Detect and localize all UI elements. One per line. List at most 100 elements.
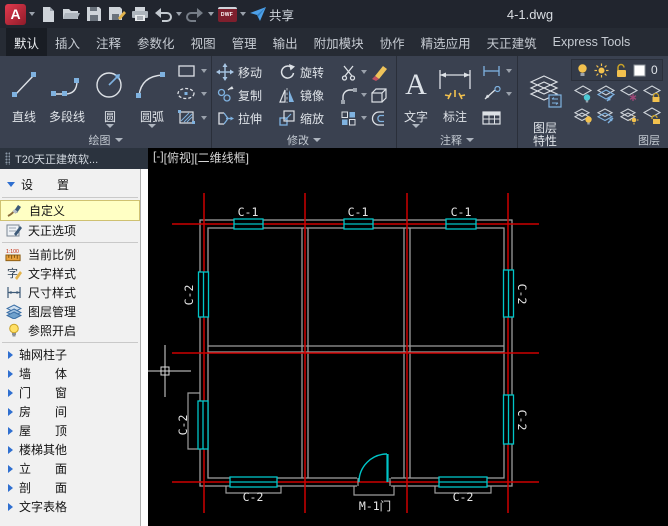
- polyline-button[interactable]: 多段线: [44, 58, 90, 132]
- redo-button[interactable]: [185, 2, 205, 26]
- group-expand-icon[interactable]: [8, 484, 13, 492]
- floor-plan[interactable]: C-1 C-1 C-1 C-2 C-2 C-2 C-2 C-2 C-2 M-1门: [148, 148, 668, 526]
- palette-item-ref-on[interactable]: 参照开启: [0, 321, 140, 340]
- array-caret-icon[interactable]: [361, 116, 367, 120]
- circle-dropdown-caret-icon[interactable]: [106, 124, 114, 128]
- stretch-button[interactable]: 拉伸: [216, 110, 278, 127]
- save-button[interactable]: [84, 2, 104, 26]
- save-as-button[interactable]: [107, 2, 127, 26]
- table-button[interactable]: [481, 110, 512, 126]
- text-dropdown-caret-icon[interactable]: [412, 124, 420, 128]
- layer-select-dropdown[interactable]: 0: [571, 59, 663, 81]
- offset-button[interactable]: [370, 110, 394, 127]
- app-menu-button[interactable]: A: [5, 2, 26, 26]
- drawing-canvas[interactable]: [-] [俯视] [二维线框]: [148, 148, 668, 526]
- arc-dropdown-caret-icon[interactable]: [148, 124, 156, 128]
- group-expand-icon[interactable]: [8, 446, 13, 454]
- group-expand-icon[interactable]: [8, 351, 13, 359]
- line-button[interactable]: 直线: [4, 58, 44, 132]
- group-expand-icon[interactable]: [8, 427, 13, 435]
- tab-addins[interactable]: 附加模块: [306, 28, 372, 56]
- ellipse-button[interactable]: [176, 86, 207, 101]
- palette-item-layer-manage[interactable]: 图层管理: [0, 302, 140, 321]
- palette-item-current-scale[interactable]: 1:100 当前比例: [0, 245, 140, 264]
- scale-button[interactable]: 缩放: [278, 109, 340, 127]
- move-button[interactable]: 移动: [216, 63, 278, 81]
- section-collapse-icon[interactable]: [7, 182, 15, 187]
- hatch-button[interactable]: [176, 109, 207, 126]
- palette-group-text-table[interactable]: 文字表格: [0, 497, 140, 516]
- palette-header[interactable]: T20天正建筑软...: [0, 148, 148, 169]
- dimension-button[interactable]: 标注: [431, 58, 479, 132]
- draw-panel-footer[interactable]: 绘图: [0, 132, 211, 148]
- hatch-caret-icon[interactable]: [201, 116, 207, 120]
- export-dwf-button[interactable]: DWF: [217, 2, 237, 26]
- lock-layer-button[interactable]: [642, 84, 662, 103]
- palette-item-text-style[interactable]: 字 文字样式: [0, 264, 140, 283]
- rotate-button[interactable]: 旋转: [278, 63, 340, 81]
- palette-item-tangent-options[interactable]: 天正选项: [0, 221, 140, 240]
- erase-button[interactable]: [370, 63, 394, 81]
- layer-off-button[interactable]: [573, 84, 593, 103]
- explode-button[interactable]: [370, 87, 394, 104]
- palette-group-wall[interactable]: 墙 体: [0, 364, 140, 383]
- tab-tangent[interactable]: 天正建筑: [479, 28, 545, 56]
- fillet-button[interactable]: [340, 87, 370, 104]
- arc-button[interactable]: 圆弧: [130, 58, 174, 132]
- tab-featured-apps[interactable]: 精选应用: [413, 28, 479, 56]
- palette-item-customize[interactable]: 自定义: [0, 200, 140, 221]
- leader-caret-icon[interactable]: [506, 92, 512, 96]
- trim-button[interactable]: [340, 64, 370, 81]
- fillet-caret-icon[interactable]: [361, 93, 367, 97]
- share-button[interactable]: 共享: [249, 2, 294, 26]
- annotate-panel-footer[interactable]: 注释: [397, 132, 517, 148]
- tab-insert[interactable]: 插入: [47, 28, 88, 56]
- palette-group-roof[interactable]: 屋 顶: [0, 421, 140, 440]
- ellipse-caret-icon[interactable]: [201, 92, 207, 96]
- rectangle-button[interactable]: [176, 64, 207, 79]
- rectangle-caret-icon[interactable]: [201, 69, 207, 73]
- tab-parametric[interactable]: 参数化: [129, 28, 183, 56]
- group-expand-icon[interactable]: [8, 389, 13, 397]
- palette-group-door-window[interactable]: 门 窗: [0, 383, 140, 402]
- new-file-button[interactable]: [38, 2, 58, 26]
- palette-group-stairs-other[interactable]: 楼梯其他: [0, 440, 140, 459]
- palette-group-elevation[interactable]: 立 面: [0, 459, 140, 478]
- redo-caret-icon[interactable]: [208, 12, 214, 16]
- make-current-layer-button[interactable]: [596, 84, 616, 103]
- open-file-button[interactable]: [61, 2, 81, 26]
- palette-section-settings[interactable]: 设 置: [0, 173, 140, 195]
- turn-on-all-layers-button[interactable]: [573, 106, 593, 125]
- trim-caret-icon[interactable]: [361, 70, 367, 74]
- tab-collaborate[interactable]: 协作: [372, 28, 413, 56]
- tab-express-tools[interactable]: Express Tools: [545, 28, 639, 56]
- copy-button[interactable]: 复制: [216, 86, 278, 104]
- text-button[interactable]: A 文字: [401, 58, 431, 132]
- group-expand-icon[interactable]: [8, 465, 13, 473]
- app-menu-caret-icon[interactable]: [29, 12, 35, 16]
- mirror-button[interactable]: 镜像: [278, 87, 340, 104]
- unlock-layer-button[interactable]: [642, 106, 662, 125]
- leader-button[interactable]: [481, 86, 512, 101]
- group-expand-icon[interactable]: [8, 503, 13, 511]
- tab-home[interactable]: 默认: [6, 28, 47, 56]
- isolate-layer-button[interactable]: [596, 106, 616, 125]
- linear-dimension-caret-icon[interactable]: [506, 69, 512, 73]
- group-expand-icon[interactable]: [8, 370, 13, 378]
- array-button[interactable]: [340, 110, 370, 127]
- palette-item-dim-style[interactable]: 尺寸样式: [0, 283, 140, 302]
- qat-customize-caret-icon[interactable]: [240, 12, 246, 16]
- linear-dimension-button[interactable]: [481, 64, 512, 78]
- tab-manage[interactable]: 管理: [224, 28, 265, 56]
- thaw-all-layers-button[interactable]: [619, 106, 639, 125]
- undo-button[interactable]: [153, 2, 173, 26]
- tab-output[interactable]: 输出: [265, 28, 306, 56]
- palette-group-room[interactable]: 房 间: [0, 402, 140, 421]
- palette-group-section[interactable]: 剖 面: [0, 478, 140, 497]
- palette-group-axis-column[interactable]: 轴网柱子: [0, 345, 140, 364]
- tab-annotate[interactable]: 注释: [88, 28, 129, 56]
- group-expand-icon[interactable]: [8, 408, 13, 416]
- palette-grip-icon[interactable]: [5, 152, 10, 165]
- plot-button[interactable]: [130, 2, 150, 26]
- circle-button[interactable]: 圆: [90, 58, 130, 132]
